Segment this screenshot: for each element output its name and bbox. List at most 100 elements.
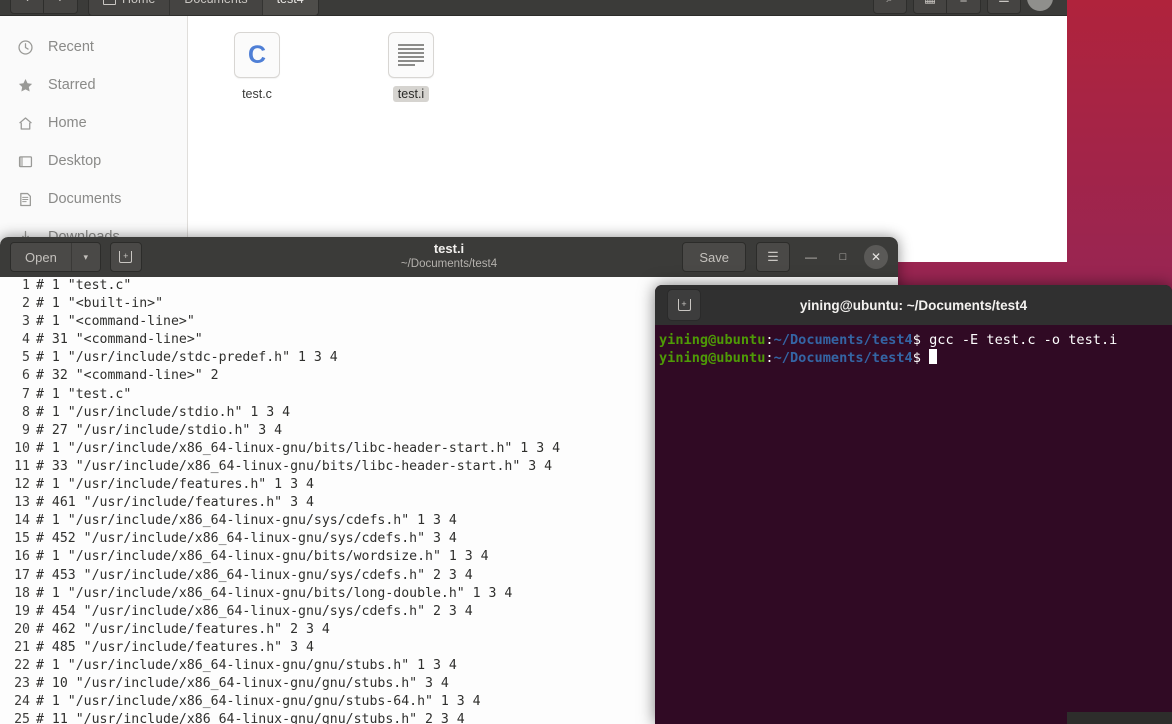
line-number: 13 <box>0 494 32 513</box>
sidebar-item-label: Starred <box>48 77 96 93</box>
file-label: test.i <box>392 86 430 102</box>
line-text: # 1 "/usr/include/x86_64-linux-gnu/gnu/s… <box>36 694 481 710</box>
sidebar-item-recent[interactable]: Recent <box>0 28 187 66</box>
line-number: 25 <box>0 711 32 724</box>
breadcrumb: Home Documents test4 <box>88 0 319 16</box>
line-text: # 454 "/usr/include/x86_64-linux-gnu/sys… <box>36 603 473 619</box>
terminal-line: yining@ubuntu:~/Documents/test4$ <box>659 349 1172 367</box>
line-number: 8 <box>0 403 32 422</box>
sidebar-item-desktop[interactable]: Desktop <box>0 142 187 180</box>
chevron-down-icon[interactable]: ▾ <box>70 243 100 271</box>
line-number: 11 <box>0 457 32 477</box>
save-button[interactable]: Save <box>682 242 746 272</box>
breadcrumb-label: Documents <box>184 0 247 6</box>
line-text: # 1 "/usr/include/x86_64-linux-gnu/bits/… <box>36 585 513 601</box>
new-tab-icon: + <box>119 251 133 263</box>
line-text: # 462 "/usr/include/features.h" 2 3 4 <box>36 621 330 637</box>
open-button[interactable]: Open <box>11 243 71 271</box>
file-list: C test.c test.i <box>188 16 1067 262</box>
line-number: 15 <box>0 530 32 549</box>
line-number: 14 <box>0 512 32 531</box>
hamburger-menu-icon[interactable]: ☰ <box>987 0 1021 14</box>
line-text: # 1 "/usr/include/x86_64-linux-gnu/bits/… <box>36 549 489 565</box>
clock-icon <box>16 38 34 56</box>
terminal-user-host: yining@ubuntu <box>659 350 766 366</box>
new-tab-icon: + <box>677 299 691 311</box>
terminal-command: gcc -E test.c -o test.i <box>920 332 1118 348</box>
view-grid-icon[interactable]: ▦ <box>913 0 947 14</box>
line-text: # 452 "/usr/include/x86_64-linux-gnu/sys… <box>36 531 457 547</box>
file-label: test.c <box>242 87 272 101</box>
line-text: # 32 "<command-line>" 2 <box>36 368 219 384</box>
new-terminal-tab-button[interactable]: + <box>667 289 701 321</box>
line-text: # 31 "<command-line>" <box>36 332 203 348</box>
home-icon <box>16 114 34 132</box>
sidebar-item-label: Home <box>48 115 87 131</box>
breadcrumb-item-test4[interactable]: test4 <box>262 0 318 15</box>
sidebar-item-label: Desktop <box>48 153 102 169</box>
sidebar: Recent Starred Home Desktop Documents <box>0 16 188 262</box>
editor-headerbar: Open ▾ + test.i ~/Documents/test4 Save ☰… <box>0 237 898 277</box>
view-list-icon[interactable]: ≡ <box>947 0 981 14</box>
navigation-buttons: ‹ › <box>10 0 78 14</box>
documents-icon <box>16 190 34 208</box>
line-number: 1 <box>0 277 32 296</box>
line-text: # 1 "/usr/include/stdc-predef.h" 1 3 4 <box>36 350 338 366</box>
terminal-path: ~/Documents/test4 <box>773 350 913 366</box>
line-text: # 1 "test.c" <box>36 386 132 402</box>
line-number: 3 <box>0 313 32 332</box>
sidebar-item-starred[interactable]: Starred <box>0 66 187 104</box>
file-item-test-c[interactable]: C test.c <box>218 32 296 262</box>
hamburger-menu-icon[interactable]: ☰ <box>756 242 790 272</box>
line-text: # 27 "/usr/include/stdio.h" 3 4 <box>36 422 283 438</box>
line-number: 2 <box>0 295 32 314</box>
breadcrumb-label: Home <box>122 0 155 6</box>
line-text: # 1 "/usr/include/x86_64-linux-gnu/bits/… <box>36 440 561 456</box>
sidebar-item-label: Recent <box>48 39 94 55</box>
line-number: 12 <box>0 476 32 495</box>
line-text: # 485 "/usr/include/features.h" 3 4 <box>36 639 314 655</box>
line-number: 18 <box>0 584 32 603</box>
line-number: 19 <box>0 602 32 621</box>
line-number: 6 <box>0 367 32 386</box>
sidebar-item-label: Documents <box>48 191 122 207</box>
back-button[interactable]: ‹ <box>10 0 44 14</box>
terminal-colon: : <box>765 332 774 348</box>
forward-button[interactable]: › <box>44 0 78 14</box>
minimize-button[interactable]: — <box>800 246 822 268</box>
search-icon[interactable]: ⌕ <box>873 0 907 14</box>
desktop: ‹ › Home Documents test4 ⌕ ▦ ≡ <box>0 0 1172 724</box>
line-text: # 1 "/usr/include/x86_64-linux-gnu/sys/c… <box>36 513 457 529</box>
close-button[interactable]: ✕ <box>864 245 888 269</box>
line-number: 21 <box>0 638 32 657</box>
line-text: # 1 "test.c" <box>36 278 132 293</box>
breadcrumb-item-documents[interactable]: Documents <box>170 0 263 15</box>
home-icon <box>103 0 116 5</box>
sidebar-item-documents[interactable]: Documents <box>0 180 187 218</box>
line-number: 9 <box>0 421 32 440</box>
line-number: 10 <box>0 439 32 458</box>
sidebar-item-home[interactable]: Home <box>0 104 187 142</box>
breadcrumb-item-home[interactable]: Home <box>89 0 171 15</box>
terminal-cursor <box>929 349 938 364</box>
view-toggle-group: ▦ ≡ <box>913 0 981 14</box>
line-text: # 453 "/usr/include/x86_64-linux-gnu/sys… <box>36 567 473 583</box>
line-number: 16 <box>0 548 32 567</box>
terminal-output[interactable]: yining@ubuntu:~/Documents/test4$ gcc -E … <box>655 325 1172 367</box>
file-item-test-i[interactable]: test.i <box>372 32 450 262</box>
text-document-icon <box>388 32 434 78</box>
line-text: # 11 "/usr/include/x86_64-linux-gnu/gnu/… <box>36 712 465 724</box>
star-icon <box>16 76 34 94</box>
line-number: 7 <box>0 385 32 404</box>
avatar[interactable] <box>1027 0 1053 11</box>
file-manager-headerbar: ‹ › Home Documents test4 ⌕ ▦ ≡ <box>0 0 1067 16</box>
terminal-line: yining@ubuntu:~/Documents/test4$ gcc -E … <box>659 331 1172 349</box>
line-number: 4 <box>0 331 32 350</box>
line-text: # 1 "<built-in>" <box>36 296 164 312</box>
terminal-headerbar: + yining@ubuntu: ~/Documents/test4 <box>655 285 1172 325</box>
terminal-prompt-symbol: $ <box>912 332 921 348</box>
new-document-button[interactable]: + <box>109 242 142 272</box>
line-text: # 1 "/usr/include/stdio.h" 1 3 4 <box>36 404 291 420</box>
line-number: 17 <box>0 566 32 585</box>
maximize-button[interactable]: □ <box>832 246 854 268</box>
